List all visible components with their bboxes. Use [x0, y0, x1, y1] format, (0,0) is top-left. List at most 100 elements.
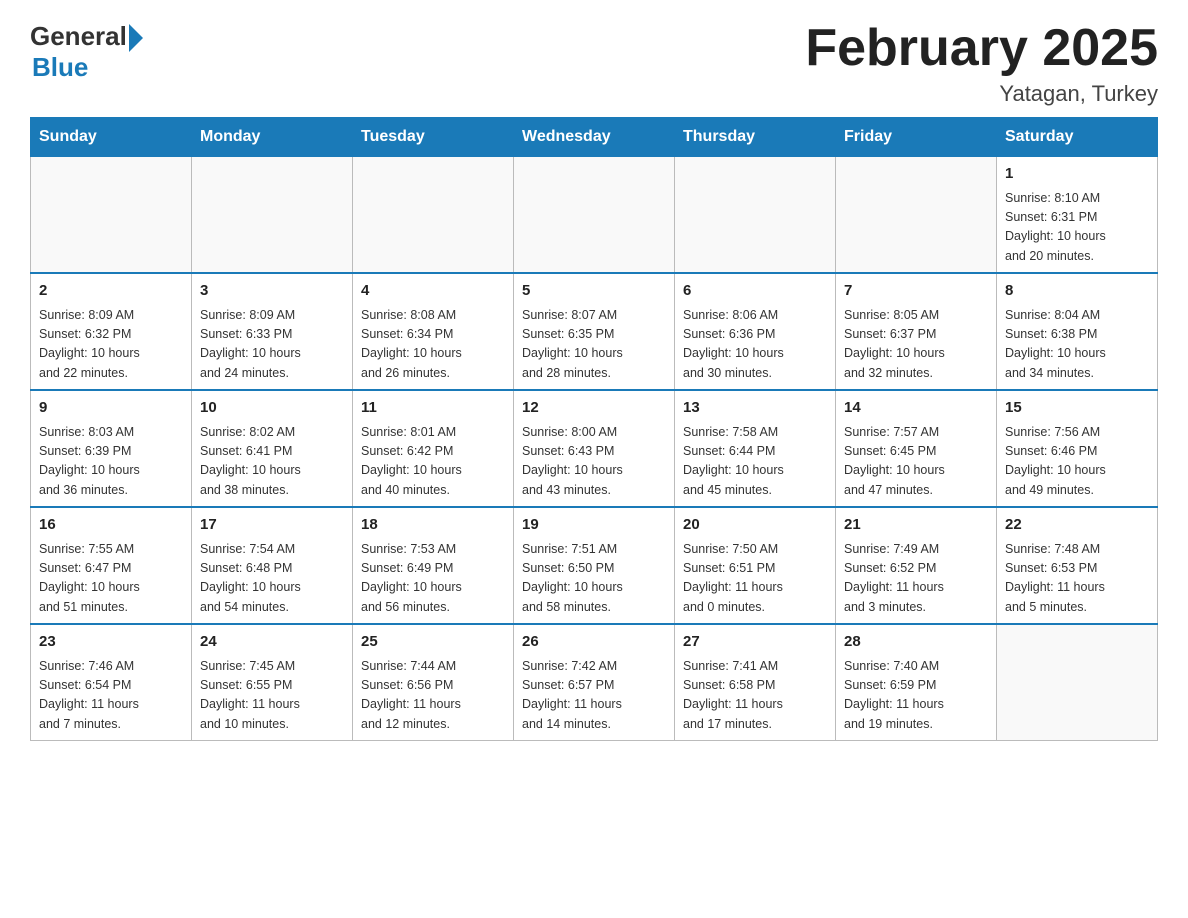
header-friday: Friday	[836, 118, 997, 157]
day-info: Sunrise: 7:51 AM Sunset: 6:50 PM Dayligh…	[522, 540, 666, 618]
logo-general-text: General	[30, 21, 127, 52]
header-tuesday: Tuesday	[353, 118, 514, 157]
day-number: 18	[361, 514, 505, 537]
day-info: Sunrise: 7:45 AM Sunset: 6:55 PM Dayligh…	[200, 657, 344, 735]
day-number: 16	[39, 514, 183, 537]
day-number: 2	[39, 280, 183, 303]
table-row: 20 Sunrise: 7:50 AM Sunset: 6:51 PM Dayli…	[675, 507, 836, 624]
table-row: 23 Sunrise: 7:46 AM Sunset: 6:54 PM Dayli…	[31, 624, 192, 741]
day-info: Sunrise: 7:44 AM Sunset: 6:56 PM Dayligh…	[361, 657, 505, 735]
day-number: 9	[39, 397, 183, 420]
day-info: Sunrise: 7:46 AM Sunset: 6:54 PM Dayligh…	[39, 657, 183, 735]
logo: General Blue	[30, 20, 143, 83]
day-number: 19	[522, 514, 666, 537]
table-row	[675, 157, 836, 274]
table-row: 12 Sunrise: 8:00 AM Sunset: 6:43 PM Dayli…	[514, 390, 675, 507]
table-row: 27 Sunrise: 7:41 AM Sunset: 6:58 PM Dayli…	[675, 624, 836, 741]
day-info: Sunrise: 7:56 AM Sunset: 6:46 PM Dayligh…	[1005, 423, 1149, 501]
day-number: 26	[522, 631, 666, 654]
table-row: 24 Sunrise: 7:45 AM Sunset: 6:55 PM Dayli…	[192, 624, 353, 741]
table-row: 4 Sunrise: 8:08 AM Sunset: 6:34 PM Daylig…	[353, 273, 514, 390]
table-row	[997, 624, 1158, 741]
day-number: 21	[844, 514, 988, 537]
table-row: 11Sunrise: 8:01 AM Sunset: 6:42 PM Dayli…	[353, 390, 514, 507]
calendar-table: Sunday Monday Tuesday Wednesday Thursday…	[30, 117, 1158, 741]
header-monday: Monday	[192, 118, 353, 157]
table-row: 28 Sunrise: 7:40 AM Sunset: 6:59 PM Dayli…	[836, 624, 997, 741]
day-number: 13	[683, 397, 827, 420]
table-row	[353, 157, 514, 274]
table-row: 2 Sunrise: 8:09 AM Sunset: 6:32 PM Daylig…	[31, 273, 192, 390]
table-row	[514, 157, 675, 274]
day-number: 14	[844, 397, 988, 420]
day-number: 8	[1005, 280, 1149, 303]
day-number: 17	[200, 514, 344, 537]
calendar-header-row: Sunday Monday Tuesday Wednesday Thursday…	[31, 118, 1158, 157]
table-row: 6 Sunrise: 8:06 AM Sunset: 6:36 PM Daylig…	[675, 273, 836, 390]
page-header: General Blue February 2025 Yatagan, Turk…	[30, 20, 1158, 107]
table-row	[836, 157, 997, 274]
header-thursday: Thursday	[675, 118, 836, 157]
table-row: 1 Sunrise: 8:10 AM Sunset: 6:31 PM Daylig…	[997, 157, 1158, 274]
table-row: 22Sunrise: 7:48 AM Sunset: 6:53 PM Dayli…	[997, 507, 1158, 624]
day-number: 20	[683, 514, 827, 537]
day-number: 23	[39, 631, 183, 654]
table-row: 18 Sunrise: 7:53 AM Sunset: 6:49 PM Dayli…	[353, 507, 514, 624]
day-number: 12	[522, 397, 666, 420]
day-number: 24	[200, 631, 344, 654]
day-info: Sunrise: 7:42 AM Sunset: 6:57 PM Dayligh…	[522, 657, 666, 735]
day-info: Sunrise: 7:54 AM Sunset: 6:48 PM Dayligh…	[200, 540, 344, 618]
day-number: 15	[1005, 397, 1149, 420]
day-number: 6	[683, 280, 827, 303]
header-saturday: Saturday	[997, 118, 1158, 157]
day-info: Sunrise: 7:55 AM Sunset: 6:47 PM Dayligh…	[39, 540, 183, 618]
day-info: Sunrise: 8:02 AM Sunset: 6:41 PM Dayligh…	[200, 423, 344, 501]
table-row: 17 Sunrise: 7:54 AM Sunset: 6:48 PM Dayli…	[192, 507, 353, 624]
day-info: Sunrise: 7:50 AM Sunset: 6:51 PM Dayligh…	[683, 540, 827, 618]
day-number: 5	[522, 280, 666, 303]
day-info: Sunrise: 8:09 AM Sunset: 6:33 PM Dayligh…	[200, 306, 344, 384]
day-number: 4	[361, 280, 505, 303]
day-info: Sunrise: 8:06 AM Sunset: 6:36 PM Dayligh…	[683, 306, 827, 384]
day-info: Sunrise: 8:04 AM Sunset: 6:38 PM Dayligh…	[1005, 306, 1149, 384]
day-info: Sunrise: 7:48 AM Sunset: 6:53 PM Dayligh…	[1005, 540, 1149, 618]
calendar-week-row: 9 Sunrise: 8:03 AM Sunset: 6:39 PM Daylig…	[31, 390, 1158, 507]
day-info: Sunrise: 7:53 AM Sunset: 6:49 PM Dayligh…	[361, 540, 505, 618]
day-info: Sunrise: 8:03 AM Sunset: 6:39 PM Dayligh…	[39, 423, 183, 501]
day-number: 3	[200, 280, 344, 303]
table-row: 3 Sunrise: 8:09 AM Sunset: 6:33 PM Daylig…	[192, 273, 353, 390]
day-info: Sunrise: 8:09 AM Sunset: 6:32 PM Dayligh…	[39, 306, 183, 384]
logo-arrow-icon	[129, 24, 143, 52]
table-row: 25Sunrise: 7:44 AM Sunset: 6:56 PM Dayli…	[353, 624, 514, 741]
day-info: Sunrise: 7:40 AM Sunset: 6:59 PM Dayligh…	[844, 657, 988, 735]
day-number: 27	[683, 631, 827, 654]
day-info: Sunrise: 8:08 AM Sunset: 6:34 PM Dayligh…	[361, 306, 505, 384]
table-row	[192, 157, 353, 274]
day-info: Sunrise: 8:10 AM Sunset: 6:31 PM Dayligh…	[1005, 189, 1149, 267]
logo-blue-text: Blue	[32, 52, 88, 83]
day-number: 11	[361, 397, 505, 420]
day-number: 1	[1005, 163, 1149, 186]
header-sunday: Sunday	[31, 118, 192, 157]
title-block: February 2025 Yatagan, Turkey	[805, 20, 1158, 107]
day-info: Sunrise: 7:49 AM Sunset: 6:52 PM Dayligh…	[844, 540, 988, 618]
table-row: 14Sunrise: 7:57 AM Sunset: 6:45 PM Dayli…	[836, 390, 997, 507]
day-info: Sunrise: 8:00 AM Sunset: 6:43 PM Dayligh…	[522, 423, 666, 501]
table-row: 15 Sunrise: 7:56 AM Sunset: 6:46 PM Dayli…	[997, 390, 1158, 507]
table-row: 13 Sunrise: 7:58 AM Sunset: 6:44 PM Dayli…	[675, 390, 836, 507]
table-row: 5 Sunrise: 8:07 AM Sunset: 6:35 PM Daylig…	[514, 273, 675, 390]
table-row: 16 Sunrise: 7:55 AM Sunset: 6:47 PM Dayli…	[31, 507, 192, 624]
day-info: Sunrise: 8:05 AM Sunset: 6:37 PM Dayligh…	[844, 306, 988, 384]
calendar-week-row: 16 Sunrise: 7:55 AM Sunset: 6:47 PM Dayli…	[31, 507, 1158, 624]
table-row: 8 Sunrise: 8:04 AM Sunset: 6:38 PM Daylig…	[997, 273, 1158, 390]
table-row: 26 Sunrise: 7:42 AM Sunset: 6:57 PM Dayli…	[514, 624, 675, 741]
table-row: 21 Sunrise: 7:49 AM Sunset: 6:52 PM Dayli…	[836, 507, 997, 624]
location: Yatagan, Turkey	[805, 81, 1158, 107]
day-info: Sunrise: 8:07 AM Sunset: 6:35 PM Dayligh…	[522, 306, 666, 384]
day-number: 28	[844, 631, 988, 654]
table-row: 7Sunrise: 8:05 AM Sunset: 6:37 PM Daylig…	[836, 273, 997, 390]
calendar-week-row: 2 Sunrise: 8:09 AM Sunset: 6:32 PM Daylig…	[31, 273, 1158, 390]
day-info: Sunrise: 7:58 AM Sunset: 6:44 PM Dayligh…	[683, 423, 827, 501]
day-number: 10	[200, 397, 344, 420]
day-info: Sunrise: 7:41 AM Sunset: 6:58 PM Dayligh…	[683, 657, 827, 735]
